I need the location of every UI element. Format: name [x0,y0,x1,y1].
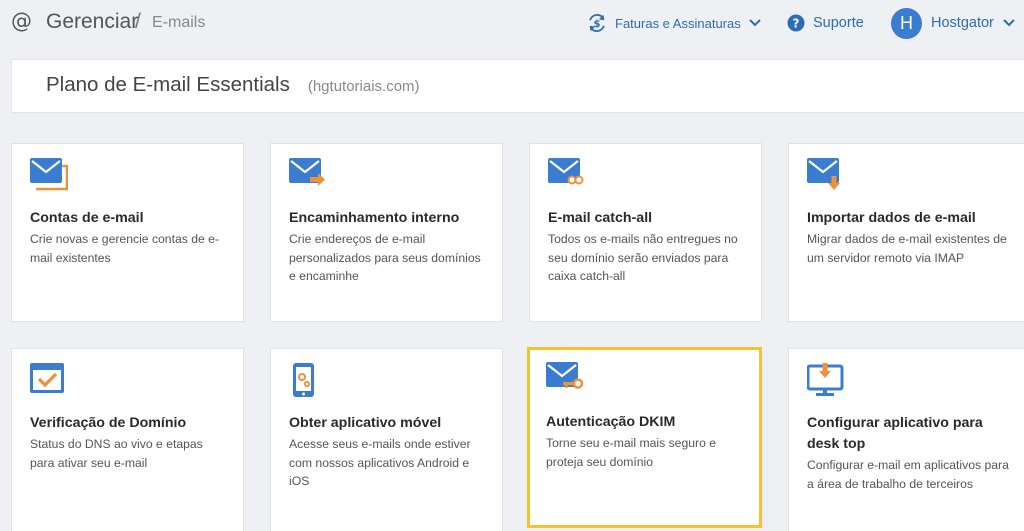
support-link[interactable]: ? Suporte [787,11,864,35]
svg-text:?: ? [793,17,800,31]
support-label: Suporte [813,15,864,31]
email-forward-icon [289,158,325,186]
user-name: Hostgator [931,15,994,31]
at-sign-icon: @ [11,9,32,33]
card-title: Verificação de Domínio [30,415,187,431]
desktop-monitor-icon [807,363,844,396]
card-title: Encaminhamento interno [289,210,460,226]
card-description: Configurar e-mail em aplicativos para a … [807,458,1009,491]
avatar: H [891,7,922,39]
breadcrumb-emails: E-mails [152,14,206,31]
card-email-accounts[interactable]: Contas de e-mail Crie novas e gerencie c… [11,143,244,322]
email-import-icon [807,158,840,190]
chevron-down-icon [1003,19,1015,27]
top-bar: @ Gerenciar / E-mails $ Faturas e Assina… [0,0,1024,46]
card-domain-verification[interactable]: Verificação de Domínio Status do DNS ao … [11,348,244,531]
domain-verification-icon [30,363,64,393]
card-description: Torne seu e-mail mais seguro e proteja s… [546,436,717,469]
card-title: Obter aplicativo móvel [289,415,442,431]
email-accounts-icon [30,158,68,191]
plan-domain: (hgtutoriais.com) [307,78,420,95]
card-internal-forwarding[interactable]: Encaminhamento interno Crie endereços de… [270,143,503,322]
chevron-down-icon [749,19,761,27]
invoices-subscriptions-menu[interactable]: $ Faturas e Assinaturas [586,11,761,35]
mobile-app-icon [293,363,314,397]
card-description: Crie novas e gerencie contas de e-mail e… [30,232,220,265]
card-description: Crie endereços de e-mail personalizados … [289,232,481,283]
card-description: Todos os e-mails não entregues no seu do… [548,232,738,283]
card-description: Status do DNS ao vivo e etapas para ativ… [30,437,203,470]
refresh-dollar-icon: $ [589,14,605,32]
email-catch-all-icon [548,158,584,185]
card-title: E-mail catch-all [548,210,653,226]
email-key-icon [546,362,584,389]
plan-header: Plano de E-mail Essentials (hgtutoriais.… [11,59,1024,113]
card-import-email[interactable]: Importar dados de e-mail Migrar dados de… [788,143,1024,322]
card-desktop-app[interactable]: Configurar aplicativo para desk top Conf… [788,348,1024,531]
breadcrumb-manage[interactable]: Gerenciar [46,10,138,34]
svg-text:$: $ [593,19,600,30]
breadcrumb-separator: / [135,10,141,33]
card-description: Acesse seus e-mails onde estiver com nos… [289,437,471,488]
card-title: Autenticação DKIM [546,414,676,430]
card-description: Migrar dados de e-mail existentes de um … [807,232,1007,265]
card-dkim-authentication[interactable]: Autenticação DKIM Torne seu e-mail mais … [527,347,762,528]
user-menu[interactable]: H Hostgator [891,7,1015,39]
card-title: Configurar aplicativo para desk top [807,415,983,452]
invoices-label: Faturas e Assinaturas [615,15,741,31]
plan-title: Plano de E-mail Essentials [46,73,290,96]
card-catch-all[interactable]: E-mail catch-all Todos os e-mails não en… [529,143,762,322]
card-title: Contas de e-mail [30,210,144,226]
card-mobile-app[interactable]: Obter aplicativo móvel Acesse seus e-mai… [270,348,503,531]
card-title: Importar dados de e-mail [807,210,976,226]
help-icon: ? [787,14,805,32]
